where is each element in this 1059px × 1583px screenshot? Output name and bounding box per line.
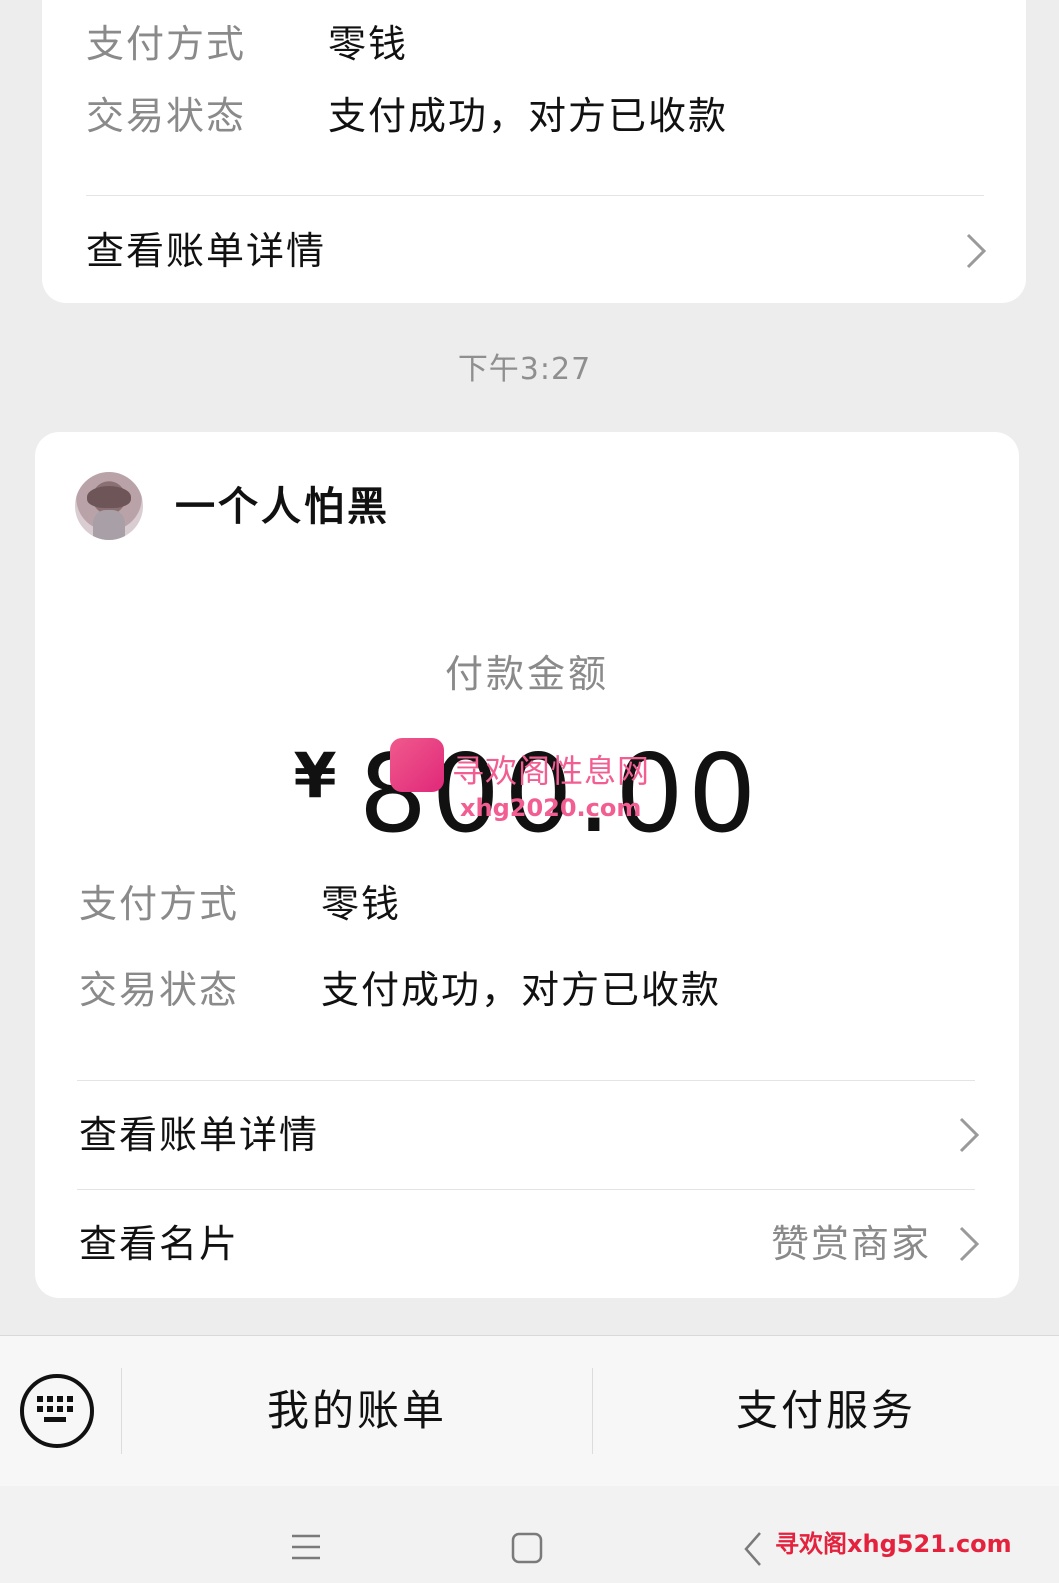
chevron-right-icon bbox=[955, 1224, 983, 1264]
keyboard-icon[interactable] bbox=[20, 1374, 94, 1448]
view-bill-details-row[interactable]: 查看账单详情 bbox=[42, 196, 1026, 303]
message-timestamp: 下午3:27 bbox=[457, 352, 592, 387]
payment-card: 一个人怕黑 付款金额 ¥800.00 支付方式 零钱 交易状态 支付成功，对方已… bbox=[35, 432, 1019, 1298]
amount-display: ¥800.00 bbox=[35, 732, 1019, 857]
chevron-right-icon bbox=[955, 1115, 983, 1155]
avatar[interactable] bbox=[75, 472, 143, 540]
status-label: 交易状态 bbox=[86, 94, 247, 138]
view-business-card-row[interactable]: 查看名片 赞赏商家 bbox=[35, 1190, 1019, 1298]
top-transaction-card: 支付方式 零钱 交易状态 支付成功，对方已收款 查看账单详情 bbox=[42, 0, 1026, 303]
currency-symbol: ¥ bbox=[293, 739, 337, 812]
chevron-right-icon bbox=[962, 231, 990, 271]
payment-method-label: 支付方式 bbox=[86, 22, 247, 66]
view-bill-details-row[interactable]: 查看账单详情 bbox=[35, 1081, 1019, 1189]
payment-method-label: 支付方式 bbox=[79, 882, 240, 926]
payment-method-value: 零钱 bbox=[321, 882, 402, 926]
status-label: 交易状态 bbox=[79, 968, 240, 1012]
status-value: 支付成功，对方已收款 bbox=[328, 94, 729, 138]
view-bill-details-label: 查看账单详情 bbox=[79, 1113, 320, 1157]
payer-name: 一个人怕黑 bbox=[175, 484, 390, 530]
menu-icon[interactable] bbox=[290, 1532, 322, 1566]
reward-merchant-label: 赞赏商家 bbox=[771, 1222, 932, 1266]
bottom-menu-bar: 我的账单 支付服务 bbox=[0, 1335, 1059, 1486]
status-value: 支付成功，对方已收款 bbox=[321, 968, 722, 1012]
watermark-bottom-text: 寻欢阁xhg521.com bbox=[775, 1530, 1012, 1558]
payment-method-value: 零钱 bbox=[328, 22, 409, 66]
my-bills-button[interactable]: 我的账单 bbox=[122, 1336, 592, 1486]
amount-value: 800.00 bbox=[358, 732, 761, 857]
home-square-icon[interactable] bbox=[510, 1531, 544, 1569]
view-bill-details-label: 查看账单详情 bbox=[86, 229, 327, 273]
payment-services-button[interactable]: 支付服务 bbox=[593, 1336, 1059, 1486]
amount-label: 付款金额 bbox=[444, 652, 609, 696]
back-icon[interactable] bbox=[742, 1530, 764, 1572]
view-business-card-label: 查看名片 bbox=[79, 1222, 240, 1266]
